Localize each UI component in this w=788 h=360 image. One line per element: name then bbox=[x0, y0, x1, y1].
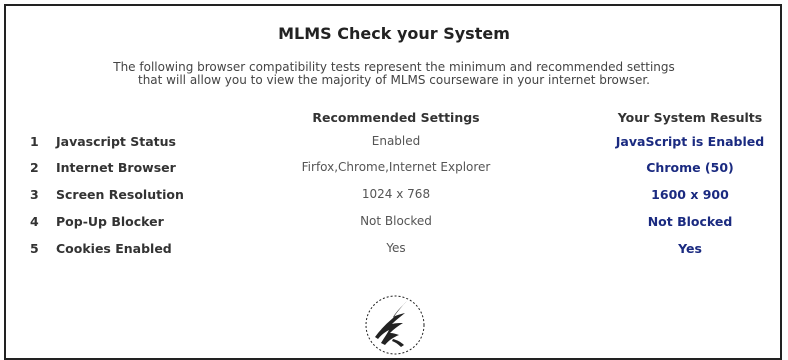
row-number: 4 bbox=[30, 214, 39, 229]
intro-text: The following browser compatibility test… bbox=[0, 61, 788, 87]
result-value: Chrome (50) bbox=[646, 160, 734, 175]
result-value: JavaScript is Enabled bbox=[615, 134, 765, 149]
recommended-value: 1024 x 768 bbox=[361, 187, 431, 201]
recommended-value: Not Blocked bbox=[360, 214, 432, 228]
table-row: 1 Javascript Status Enabled JavaScript i… bbox=[0, 134, 788, 154]
recommended-settings-header: Recommended Settings bbox=[312, 110, 480, 125]
system-results-header: Your System Results bbox=[617, 110, 763, 125]
intro-line-2: that will allow you to view the majority… bbox=[138, 73, 650, 87]
table-row: 5 Cookies Enabled Yes Yes bbox=[0, 241, 788, 261]
result-value: Not Blocked bbox=[647, 214, 733, 229]
recommended-value: Enabled bbox=[371, 134, 421, 148]
row-label: Javascript Status bbox=[56, 134, 176, 149]
hhs-eagle-seal-icon bbox=[365, 295, 425, 355]
table-row: 3 Screen Resolution 1024 x 768 1600 x 90… bbox=[0, 187, 788, 207]
row-number: 1 bbox=[30, 134, 39, 149]
row-label: Internet Browser bbox=[56, 160, 176, 175]
page-title: MLMS Check your System bbox=[278, 24, 510, 43]
result-value: 1600 x 900 bbox=[651, 187, 729, 202]
table-row: 4 Pop-Up Blocker Not Blocked Not Blocked bbox=[0, 214, 788, 234]
row-label: Cookies Enabled bbox=[56, 241, 172, 256]
row-number: 5 bbox=[30, 241, 39, 256]
row-label: Pop-Up Blocker bbox=[56, 214, 164, 229]
recommended-value: Firfox,Chrome,Internet Explorer bbox=[301, 160, 491, 174]
row-label: Screen Resolution bbox=[56, 187, 184, 202]
result-value: Yes bbox=[678, 241, 702, 256]
recommended-value: Yes bbox=[386, 241, 406, 255]
table-row: 2 Internet Browser Firfox,Chrome,Interne… bbox=[0, 160, 788, 180]
row-number: 2 bbox=[30, 160, 39, 175]
row-number: 3 bbox=[30, 187, 39, 202]
